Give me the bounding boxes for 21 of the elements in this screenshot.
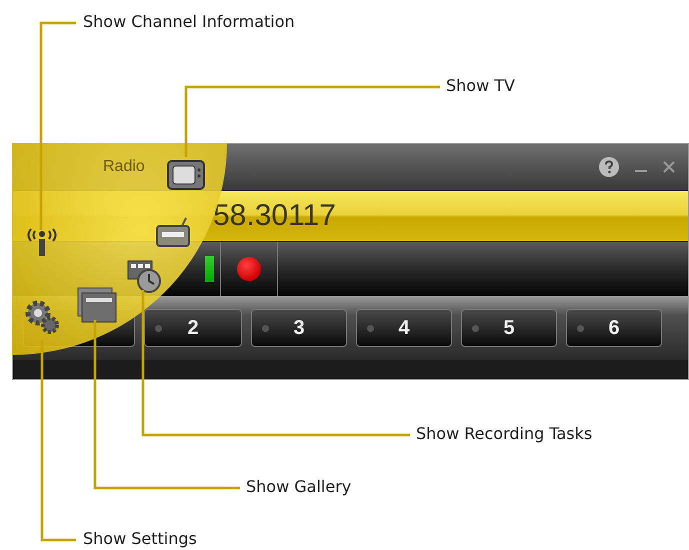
window-title: Radio bbox=[103, 158, 145, 176]
signal-meter bbox=[204, 256, 214, 282]
record-button[interactable] bbox=[237, 257, 261, 281]
callout-label: Show Gallery bbox=[246, 477, 352, 496]
callout-label: Show TV bbox=[446, 76, 515, 95]
callout-label: Show Settings bbox=[83, 529, 197, 548]
callout-label: Show Channel Information bbox=[83, 12, 295, 31]
preset-button[interactable]: 2 bbox=[144, 309, 242, 347]
settings-icon[interactable] bbox=[24, 299, 60, 335]
callout-label: Show Recording Tasks bbox=[416, 424, 592, 443]
gallery-icon[interactable] bbox=[77, 287, 117, 323]
preset-button[interactable]: 5 bbox=[461, 309, 557, 347]
frequency-text: 58.30117 bbox=[213, 199, 336, 233]
tv-icon[interactable] bbox=[167, 159, 205, 191]
radio-icon[interactable] bbox=[156, 217, 190, 247]
close-icon[interactable] bbox=[662, 160, 676, 174]
preset-button[interactable]: 4 bbox=[356, 309, 452, 347]
preset-button[interactable]: 6 bbox=[566, 309, 662, 347]
help-icon[interactable] bbox=[598, 156, 620, 178]
recording-schedule-icon[interactable] bbox=[127, 259, 161, 293]
preset-button[interactable]: 3 bbox=[251, 309, 347, 347]
